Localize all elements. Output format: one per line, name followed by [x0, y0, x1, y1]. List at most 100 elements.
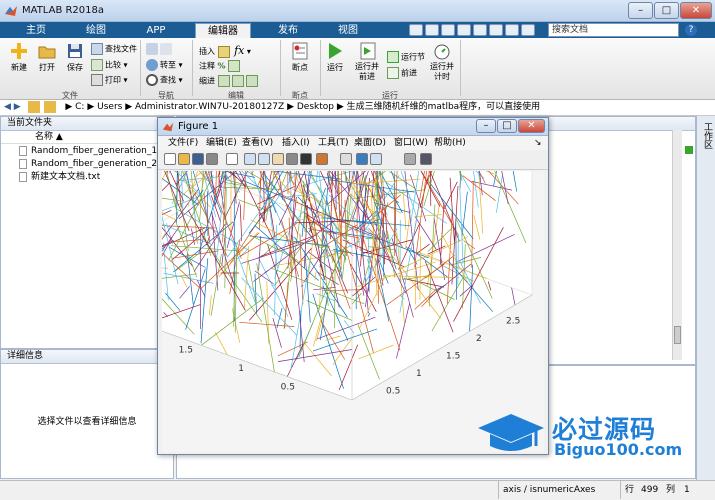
menu-desktop[interactable]: 桌面(D)	[354, 136, 386, 150]
indent-button[interactable]: 缩进	[199, 75, 260, 87]
figure-title-bar[interactable]: Figure 1 – □ ✕	[158, 118, 548, 136]
maximize-button[interactable]: □	[654, 2, 679, 19]
breakpoints-button[interactable]: 断点	[286, 42, 314, 73]
quick-redo-icon[interactable]	[489, 24, 503, 36]
link-plot-icon[interactable]	[340, 153, 352, 165]
colorbar-icon[interactable]	[356, 153, 368, 165]
run-advance-label: 运行并前进	[355, 62, 379, 81]
name-column-header[interactable]: 名称 ▲	[1, 131, 173, 144]
pan-hand-icon[interactable]	[272, 153, 284, 165]
current-folder-panel: 当前文件夹 名称 ▲ Random_fiber_generation_1.m R…	[0, 116, 174, 349]
goto-button[interactable]: 转至 ▾	[146, 59, 183, 71]
file-item[interactable]: 新建文本文档.txt	[19, 171, 173, 184]
menu-file[interactable]: 文件(F)	[168, 136, 198, 150]
new-figure-icon[interactable]	[164, 153, 176, 165]
new-button[interactable]: 新建	[6, 42, 32, 73]
figure-close-button[interactable]: ✕	[518, 119, 545, 133]
print-label: 打印	[105, 75, 121, 85]
indent-label: 缩进	[199, 76, 215, 86]
group-separator	[460, 40, 461, 96]
path-segment[interactable]: Desktop	[297, 102, 334, 112]
figure-minimize-button[interactable]: –	[476, 119, 496, 133]
editor-scrollbar[interactable]	[672, 130, 682, 360]
data-cursor-icon[interactable]	[300, 153, 312, 165]
run-button[interactable]: 运行	[323, 42, 347, 73]
find-files-button[interactable]: 查找文件	[91, 43, 137, 55]
decrease-indent-icon	[245, 75, 258, 87]
percent-comment-icon: %	[217, 61, 226, 71]
current-folder-address-bar[interactable]: ◀ ▶ ▶ C: ▶ Users ▶ Administrator.WIN7U-2…	[0, 100, 715, 116]
browse-folder-icon[interactable]	[44, 100, 57, 113]
hide-plot-tools-icon[interactable]	[404, 153, 416, 165]
run-section-button[interactable]: 运行节	[387, 51, 425, 63]
tab-apps[interactable]: APP	[138, 23, 174, 38]
figure-title: Figure 1	[178, 121, 219, 132]
tab-view[interactable]: 视图	[330, 23, 366, 38]
comment-label: 注释	[199, 61, 215, 71]
tab-publish[interactable]: 发布	[270, 23, 306, 38]
figure-maximize-button[interactable]: □	[497, 119, 517, 133]
menu-window[interactable]: 窗口(W)	[394, 136, 428, 150]
menu-view[interactable]: 查看(V)	[242, 136, 273, 150]
quick-paste-icon[interactable]	[457, 24, 471, 36]
advance-label: 前进	[401, 68, 417, 78]
details-empty-text: 选择文件以查看详细信息	[37, 417, 137, 427]
help-icon[interactable]: ?	[685, 24, 697, 36]
figure-window[interactable]: Figure 1 – □ ✕ 文件(F) 编辑(E) 查看(V) 插入(I) 工…	[26, 0, 549, 455]
run-advance-button[interactable]: 运行并前进	[352, 42, 384, 82]
select-arrow-icon[interactable]	[226, 153, 238, 165]
scroll-thumb[interactable]	[674, 326, 681, 344]
back-forward-buttons[interactable]	[146, 43, 174, 55]
print-icon[interactable]	[206, 153, 218, 165]
path-segment[interactable]: Administrator.WIN7U-20180127Z	[135, 102, 284, 112]
legend-icon[interactable]	[370, 153, 382, 165]
up-folder-icon[interactable]	[27, 100, 40, 113]
open-label: 打开	[39, 63, 55, 72]
menu-edit[interactable]: 编辑(E)	[206, 136, 237, 150]
zoom-in-icon[interactable]	[244, 153, 256, 165]
comment-button[interactable]: 注释 %	[199, 60, 242, 72]
find-button[interactable]: 查找 ▾	[146, 74, 183, 86]
x-tick-label: 0.5	[386, 387, 400, 397]
print-button[interactable]: 打印 ▾	[91, 74, 128, 86]
path-segment[interactable]: 生成三维随机纤维的matlba程序，可以直接使用	[347, 102, 541, 112]
menu-insert[interactable]: 插入(I)	[282, 136, 310, 150]
search-docs-input[interactable]: 搜索文档	[548, 23, 679, 37]
open-button[interactable]: 打开	[34, 42, 60, 73]
nav-arrows-icon[interactable]: ◀ ▶	[0, 102, 21, 112]
quick-help-icon[interactable]	[521, 24, 535, 36]
compare-button[interactable]: 比较 ▾	[91, 59, 128, 71]
folder-open-icon	[38, 46, 56, 59]
minimize-button[interactable]: –	[628, 2, 653, 19]
path-segment[interactable]: Users	[97, 102, 122, 112]
open-icon[interactable]	[178, 153, 190, 165]
dock-arrow-icon[interactable]: ↘	[534, 136, 542, 150]
brush-icon[interactable]	[316, 153, 328, 165]
save-icon[interactable]	[192, 153, 204, 165]
tab-plots[interactable]: 绘图	[78, 23, 114, 38]
insert-button[interactable]: 插入 fx ▾	[199, 44, 251, 58]
file-item[interactable]: Random_fiber_generation_2.m	[19, 158, 173, 171]
menu-help[interactable]: 帮助(H)	[434, 136, 466, 150]
save-button[interactable]: 保存	[62, 42, 88, 73]
menu-tools[interactable]: 工具(T)	[318, 136, 349, 150]
show-plot-tools-icon[interactable]	[420, 153, 432, 165]
save-label: 保存	[67, 63, 83, 72]
workspace-side-tab[interactable]: 工作区	[696, 116, 715, 480]
close-button[interactable]: ✕	[680, 2, 712, 19]
run-and-time-button[interactable]: 运行并计时	[427, 42, 457, 82]
file-item[interactable]: Random_fiber_generation_1.m	[19, 145, 173, 158]
back-arrow-icon	[146, 43, 158, 55]
quick-copy-icon[interactable]	[441, 24, 455, 36]
quick-save-icon[interactable]	[409, 24, 423, 36]
tab-home[interactable]: 主页	[18, 23, 54, 38]
path-segment[interactable]: C:	[75, 102, 84, 112]
quick-switch-windows-icon[interactable]	[505, 24, 519, 36]
quick-undo-icon[interactable]	[473, 24, 487, 36]
zoom-out-icon[interactable]	[258, 153, 270, 165]
breakpoints-icon	[292, 42, 308, 60]
rotate-3d-icon[interactable]	[286, 153, 298, 165]
advance-button[interactable]: 前进	[387, 67, 417, 79]
quick-cut-icon[interactable]	[425, 24, 439, 36]
tab-editor[interactable]: 编辑器	[195, 23, 251, 38]
